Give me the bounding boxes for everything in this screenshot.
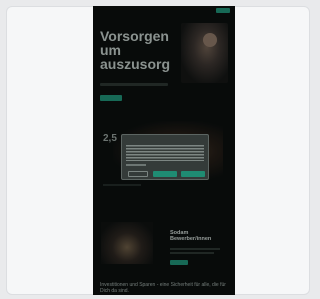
privacy-link[interactable] (126, 164, 146, 166)
cookie-consent-dialog (121, 134, 209, 180)
necessary-only-button[interactable] (153, 171, 177, 177)
settings-button[interactable] (128, 171, 148, 177)
dialog-body-text (126, 145, 204, 161)
mobile-page-screenshot: Vorsorgen um auszusorg 2,5 Sodam Bewerbe… (93, 6, 235, 295)
accept-all-button[interactable] (181, 171, 205, 177)
